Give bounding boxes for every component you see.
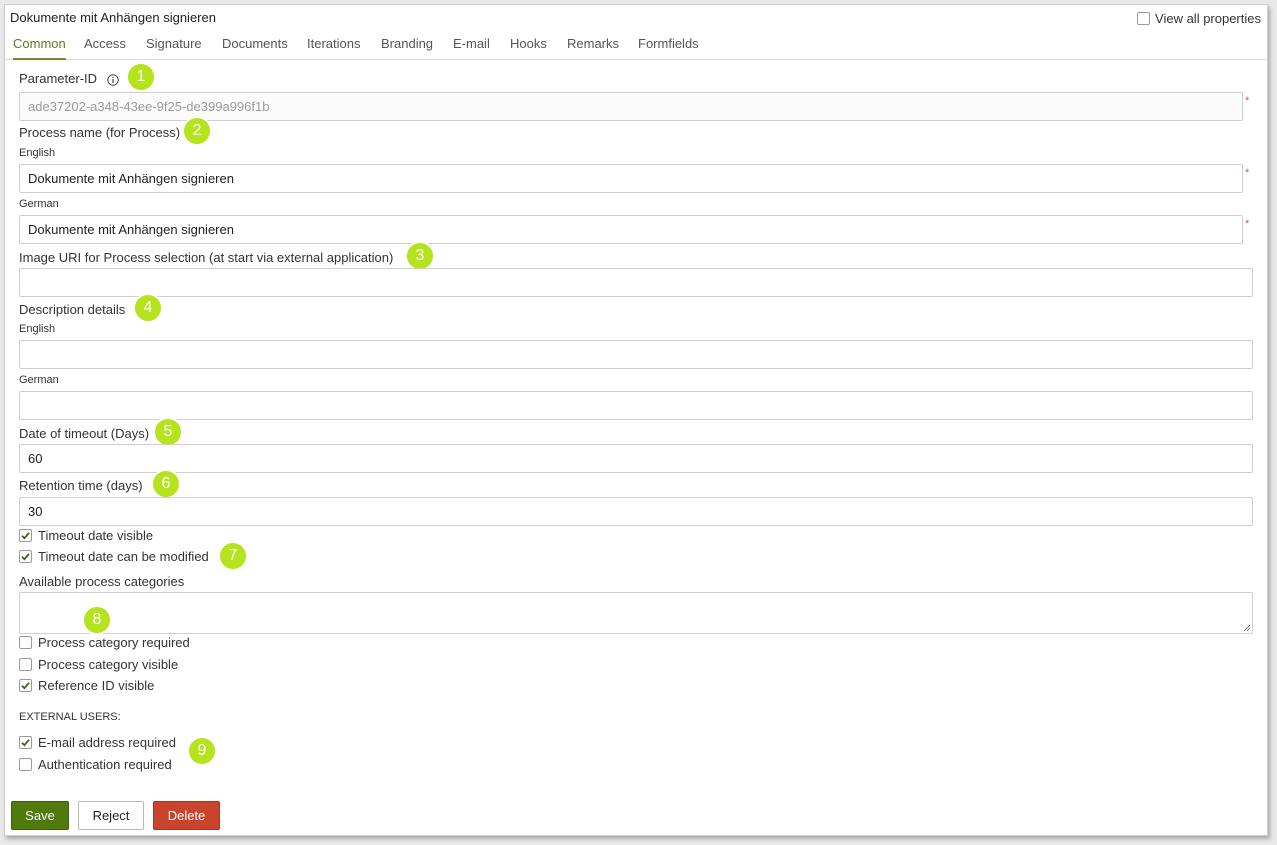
timeout-modifiable-label: Timeout date can be modified xyxy=(38,549,209,564)
timeout-visible-label: Timeout date visible xyxy=(38,528,154,543)
tab-signature[interactable]: Signature xyxy=(146,36,202,58)
timeout-modifiable-option[interactable]: Timeout date can be modified xyxy=(19,549,209,564)
tab-access[interactable]: Access xyxy=(84,36,126,58)
required-marker: * xyxy=(1245,218,1250,230)
callout-badge-2: 2 xyxy=(182,116,212,146)
delete-button[interactable]: Delete xyxy=(153,801,220,830)
callout-badge-3: 3 xyxy=(405,241,435,271)
description-english-input[interactable] xyxy=(19,340,1253,369)
properties-panel: Dokumente mit Anhängen signieren View al… xyxy=(4,4,1268,836)
timeout-visible-checkbox[interactable] xyxy=(19,529,32,542)
external-users-heading: EXTERNAL USERS: xyxy=(19,711,121,723)
tab-formfields[interactable]: Formfields xyxy=(638,36,699,58)
tab-branding[interactable]: Branding xyxy=(381,36,433,58)
parameter-id-label: Parameter-ID xyxy=(19,71,119,86)
tab-bar: Common Access Signature Documents Iterat… xyxy=(5,32,1267,60)
email-required-label: E-mail address required xyxy=(38,735,177,750)
tab-hooks[interactable]: Hooks xyxy=(510,36,547,58)
tab-documents[interactable]: Documents xyxy=(222,36,288,58)
checkmark-icon xyxy=(21,739,30,747)
tab-email[interactable]: E-mail xyxy=(453,36,490,58)
callout-badge-1: 1 xyxy=(126,62,156,92)
view-all-checkbox[interactable] xyxy=(1137,12,1151,25)
callout-badge-5: 5 xyxy=(153,417,183,447)
image-uri-label: Image URI for Process selection (at star… xyxy=(19,250,394,265)
info-icon[interactable] xyxy=(106,71,119,86)
reference-visible-label: Reference ID visible xyxy=(38,678,155,693)
reject-button[interactable]: Reject xyxy=(78,801,144,830)
auth-required-checkbox[interactable] xyxy=(19,758,32,771)
categories-label: Available process categories xyxy=(19,574,185,589)
required-marker: * xyxy=(1245,167,1250,179)
checkmark-icon xyxy=(21,682,30,690)
timeout-visible-option[interactable]: Timeout date visible xyxy=(19,528,153,543)
reference-visible-checkbox[interactable] xyxy=(19,679,32,692)
description-label: Description details xyxy=(19,302,126,317)
process-name-english-input[interactable]: Dokumente mit Anhängen signieren xyxy=(19,164,1243,193)
checkmark-icon xyxy=(21,553,30,561)
parameter-id-label-text: Parameter-ID xyxy=(19,71,98,86)
category-visible-option[interactable]: Process category visible xyxy=(19,657,178,672)
category-required-option[interactable]: Process category required xyxy=(19,635,190,650)
description-english-label: English xyxy=(19,323,56,335)
callout-badge-8: 8 xyxy=(82,605,112,635)
category-visible-label: Process category visible xyxy=(38,657,179,672)
timeout-days-input[interactable]: 60 xyxy=(19,444,1253,473)
view-all-properties-toggle[interactable]: View all properties xyxy=(1137,11,1261,26)
tab-iterations[interactable]: Iterations xyxy=(307,36,360,58)
image-uri-input[interactable] xyxy=(19,268,1253,297)
timeout-label: Date of timeout (Days) xyxy=(19,426,150,441)
tab-remarks[interactable]: Remarks xyxy=(567,36,619,58)
process-name-label: Process name (for Process) xyxy=(19,125,181,140)
callout-badge-7: 7 xyxy=(218,541,248,571)
callout-badge-4: 4 xyxy=(133,293,163,323)
retention-label: Retention time (days) xyxy=(19,478,143,493)
auth-required-label: Authentication required xyxy=(38,757,172,772)
save-button[interactable]: Save xyxy=(11,801,69,830)
tab-common[interactable]: Common xyxy=(13,36,66,60)
email-required-checkbox[interactable] xyxy=(19,736,32,749)
process-name-german-label: German xyxy=(19,198,59,210)
retention-days-input[interactable]: 30 xyxy=(19,497,1253,526)
category-visible-checkbox[interactable] xyxy=(19,658,32,671)
process-name-english-label: English xyxy=(19,147,56,159)
checkmark-icon xyxy=(21,532,30,540)
description-german-input[interactable] xyxy=(19,391,1253,420)
category-required-checkbox[interactable] xyxy=(19,636,32,649)
view-all-label: View all properties xyxy=(1155,11,1261,26)
required-marker: * xyxy=(1245,95,1250,107)
window-title: Dokumente mit Anhängen signieren xyxy=(10,10,216,25)
email-required-option[interactable]: E-mail address required xyxy=(19,735,176,750)
timeout-modifiable-checkbox[interactable] xyxy=(19,550,32,563)
resize-handle-icon[interactable] xyxy=(1243,624,1250,631)
category-required-label: Process category required xyxy=(38,635,190,650)
callout-badge-6: 6 xyxy=(151,469,181,499)
reference-visible-option[interactable]: Reference ID visible xyxy=(19,678,154,693)
process-name-german-input[interactable]: Dokumente mit Anhängen signieren xyxy=(19,215,1243,244)
description-german-label: German xyxy=(19,374,59,386)
callout-badge-9: 9 xyxy=(187,736,217,766)
categories-textarea[interactable] xyxy=(19,592,1253,634)
auth-required-option[interactable]: Authentication required xyxy=(19,757,172,772)
